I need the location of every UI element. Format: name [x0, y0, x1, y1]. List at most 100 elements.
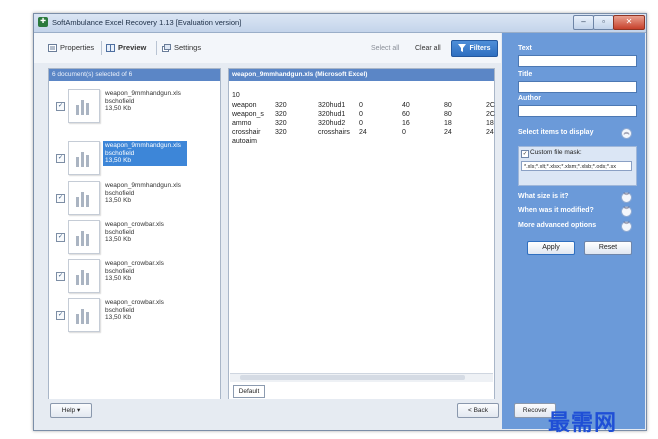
select-all-link[interactable]: Select all: [371, 45, 399, 52]
document-author: bschofield: [105, 267, 135, 275]
document-thumbnail: [68, 298, 100, 332]
text-input[interactable]: [518, 55, 637, 67]
grid-cell: 320hud2: [318, 120, 346, 127]
grid-cell: 320: [275, 120, 287, 127]
custom-mask-checkbox[interactable]: ✓: [521, 150, 529, 158]
grid-cell: 24: [486, 129, 494, 136]
file-mask-box: ✓ Custom file mask: *.xls;*.xlt;*.xlsx;*…: [518, 146, 637, 186]
chevron-down-icon[interactable]: ︾: [621, 192, 632, 203]
window-title: SoftAmbulance Excel Recovery 1.13 [Evalu…: [52, 18, 242, 27]
filters-label: Filters: [469, 45, 491, 52]
grid-cell: weapon_s: [232, 111, 264, 118]
grid-cell: 320: [275, 111, 287, 118]
document-thumbnail: [68, 89, 100, 123]
app-icon: ✚: [38, 17, 48, 27]
select-items-header[interactable]: Select items to display: [518, 129, 593, 136]
title-input[interactable]: [518, 81, 637, 93]
list-item[interactable]: ✓ weapon_crowbar.xls bschofield 13,50 Kb: [51, 217, 218, 255]
preview-header: weapon_9mmhandgun.xls (Microsoft Excel): [229, 69, 494, 81]
properties-button[interactable]: Properties: [48, 43, 94, 52]
close-button[interactable]: ✕: [613, 15, 645, 30]
list-item[interactable]: ✓ weapon_crowbar.xls bschofield 13,50 Kb: [51, 256, 218, 294]
grid-cell: 0: [359, 120, 363, 127]
text-label: Text: [518, 45, 532, 52]
grid-cell: weapon: [232, 102, 257, 109]
document-checkbox[interactable]: ✓: [56, 102, 65, 111]
custom-mask-label: Custom file mask:: [530, 149, 582, 156]
scrollbar-thumb[interactable]: [240, 375, 465, 380]
modified-section-header[interactable]: When was it modified?: [518, 207, 594, 214]
toolbar-separator: [156, 41, 157, 55]
document-name: weapon_crowbar.xls: [105, 221, 164, 228]
chevron-up-icon[interactable]: ︽: [621, 128, 632, 139]
maximize-button[interactable]: ▫: [593, 15, 614, 30]
author-label: Author: [518, 95, 541, 102]
properties-icon: [48, 43, 57, 52]
chevron-down-icon[interactable]: ︾: [621, 206, 632, 217]
grid-cell: autoaim: [232, 138, 257, 145]
document-checkbox[interactable]: ✓: [56, 154, 65, 163]
grid-cell: 2C: [486, 102, 495, 109]
document-size: 13,50 Kb: [105, 236, 132, 243]
grid-cell: 24: [444, 129, 452, 136]
apply-button[interactable]: Apply: [527, 241, 575, 255]
document-checkbox[interactable]: ✓: [56, 272, 65, 281]
advanced-section-header[interactable]: More advanced options: [518, 222, 596, 229]
horizontal-scrollbar[interactable]: [230, 373, 493, 382]
list-item[interactable]: ✓ weapon_9mmhandgun.xls bschofield 13,50…: [51, 138, 218, 176]
document-list[interactable]: 6 document(s) selected of 6 ✓ weapon_9mm…: [48, 68, 221, 400]
preview-button[interactable]: Preview: [106, 43, 146, 52]
grid-cell: crosshair: [232, 129, 261, 136]
grid-cell: 18: [486, 120, 494, 127]
grid-cell: 320: [275, 129, 287, 136]
list-item[interactable]: ✓ weapon_crowbar.xls bschofield 13,50 Kb: [51, 295, 218, 333]
document-name: weapon_9mmhandgun.xls: [105, 142, 181, 149]
author-input[interactable]: [518, 105, 637, 117]
document-checkbox[interactable]: ✓: [56, 194, 65, 203]
document-author: bschofield: [105, 97, 135, 105]
dropdown-arrow-icon: ▾: [76, 407, 81, 414]
reset-button[interactable]: Reset: [584, 241, 632, 255]
file-mask-input[interactable]: *.xls;*.xlt;*.xlsx;*.xlsm;*.xlsb;*.ods;*…: [521, 161, 632, 171]
chevron-down-icon[interactable]: ︾: [621, 221, 632, 232]
toolbar: Properties Preview Settings Select all C…: [34, 33, 501, 63]
document-meta: weapon_crowbar.xls bschofield 13,50 Kb: [105, 221, 185, 244]
list-item[interactable]: ✓ weapon_9mmhandgun.xls bschofield 13,50…: [51, 86, 218, 124]
document-size: 13,50 Kb: [105, 157, 132, 164]
title-bar[interactable]: ✚ SoftAmbulance Excel Recovery 1.13 [Eva…: [34, 14, 646, 33]
grid-cell: ammo: [232, 120, 252, 127]
document-author: bschofield: [105, 149, 135, 157]
document-meta: weapon_9mmhandgun.xls bschofield 13,50 K…: [105, 90, 185, 113]
document-name: weapon_crowbar.xls: [105, 260, 164, 267]
document-size: 13,50 Kb: [105, 105, 132, 112]
app-window: ✚ SoftAmbulance Excel Recovery 1.13 [Eva…: [33, 13, 647, 431]
document-thumbnail: [68, 259, 100, 293]
grid-cell: 0: [359, 111, 363, 118]
grid-cell: 10: [232, 92, 240, 99]
site-watermark: 最需网: [548, 411, 618, 436]
grid-cell: 80: [444, 102, 452, 109]
document-checkbox[interactable]: ✓: [56, 311, 65, 320]
preview-pane[interactable]: weapon_9mmhandgun.xls (Microsoft Excel) …: [228, 68, 495, 400]
clear-all-link[interactable]: Clear all: [415, 45, 441, 52]
list-item[interactable]: ✓ weapon_9mmhandgun.xls bschofield 13,50…: [51, 178, 218, 216]
document-size: 13,50 Kb: [105, 275, 132, 282]
grid-cell: 2C: [486, 111, 495, 118]
bottom-bar: Help ▾ < Back Recover: [34, 399, 556, 429]
back-button[interactable]: < Back: [457, 403, 499, 418]
properties-label: Properties: [60, 43, 95, 52]
settings-button[interactable]: Settings: [162, 43, 201, 52]
sheet-tab-default[interactable]: Default: [233, 385, 265, 398]
grid-cell: 40: [402, 102, 410, 109]
size-section-header[interactable]: What size is it?: [518, 193, 569, 200]
help-button[interactable]: Help ▾: [50, 403, 92, 418]
document-thumbnail: [68, 181, 100, 215]
grid-cell: 18: [444, 120, 452, 127]
document-author: bschofield: [105, 228, 135, 236]
grid-cell: 80: [444, 111, 452, 118]
document-checkbox[interactable]: ✓: [56, 233, 65, 242]
document-meta: weapon_crowbar.xls bschofield 13,50 Kb: [105, 260, 185, 283]
filters-button[interactable]: Filters: [451, 40, 498, 57]
minimize-button[interactable]: –: [573, 15, 594, 30]
grid-cell: 16: [402, 120, 410, 127]
